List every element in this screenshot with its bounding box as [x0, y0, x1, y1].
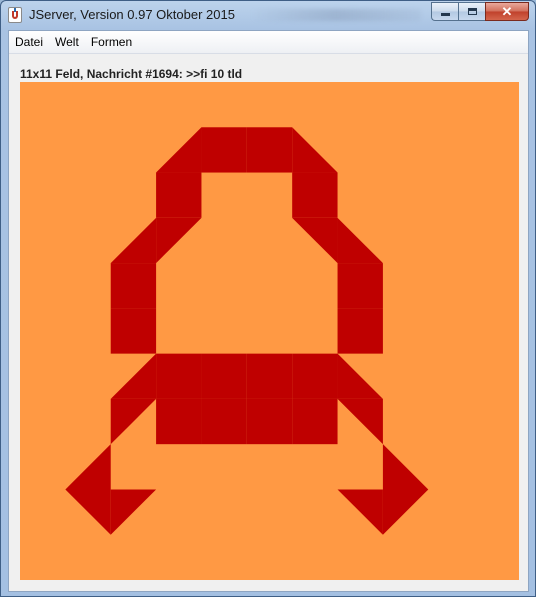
- window-title: JServer, Version 0.97 Oktober 2015: [29, 7, 235, 22]
- board-tile-6-4: [201, 353, 247, 399]
- maximize-button[interactable]: [458, 2, 485, 21]
- board-tile-5-2: [110, 308, 157, 354]
- status-message: 11x11 Feld, Nachricht #1694: >>fi 10 tld: [20, 67, 243, 81]
- menu-datei[interactable]: Datei: [9, 31, 49, 53]
- board-tile-4-7: [337, 263, 383, 309]
- board-tile-1-4: [201, 127, 247, 173]
- close-button[interactable]: ✕: [485, 2, 529, 21]
- menu-bar: Datei Welt Formen: [9, 31, 528, 54]
- background-window-title: [251, 9, 421, 21]
- board-tile-7-3: [156, 398, 202, 445]
- board-tile-6-6: [292, 353, 338, 399]
- board-tile-7-6: [292, 398, 338, 445]
- java-cup-icon[interactable]: [8, 7, 22, 23]
- board-drawing: [20, 82, 519, 580]
- close-icon: ✕: [501, 4, 513, 19]
- board-tile-2-6: [292, 172, 338, 218]
- board-tile-1-5: [246, 127, 293, 173]
- board-canvas[interactable]: [20, 82, 519, 580]
- menu-welt[interactable]: Welt: [49, 31, 85, 53]
- minimize-icon: [440, 13, 450, 16]
- title-bar[interactable]: JServer, Version 0.97 Oktober 2015 ✕: [1, 1, 535, 30]
- board-tile-2-3: [156, 172, 202, 218]
- menu-formen[interactable]: Formen: [85, 31, 138, 53]
- board-tile-7-4: [201, 398, 247, 445]
- app-window: JServer, Version 0.97 Oktober 2015 ✕ Dat…: [0, 0, 536, 597]
- caption-buttons: ✕: [431, 2, 529, 21]
- maximize-icon: [467, 8, 477, 15]
- board-tile-7-5: [246, 398, 293, 445]
- board-tile-6-3: [156, 353, 202, 399]
- minimize-button[interactable]: [431, 2, 458, 21]
- board-tile-4-2: [110, 263, 157, 309]
- board-tile-5-7: [337, 308, 383, 354]
- board-tile-6-5: [246, 353, 293, 399]
- client-area: Datei Welt Formen 11x11 Feld, Nachricht …: [8, 30, 529, 592]
